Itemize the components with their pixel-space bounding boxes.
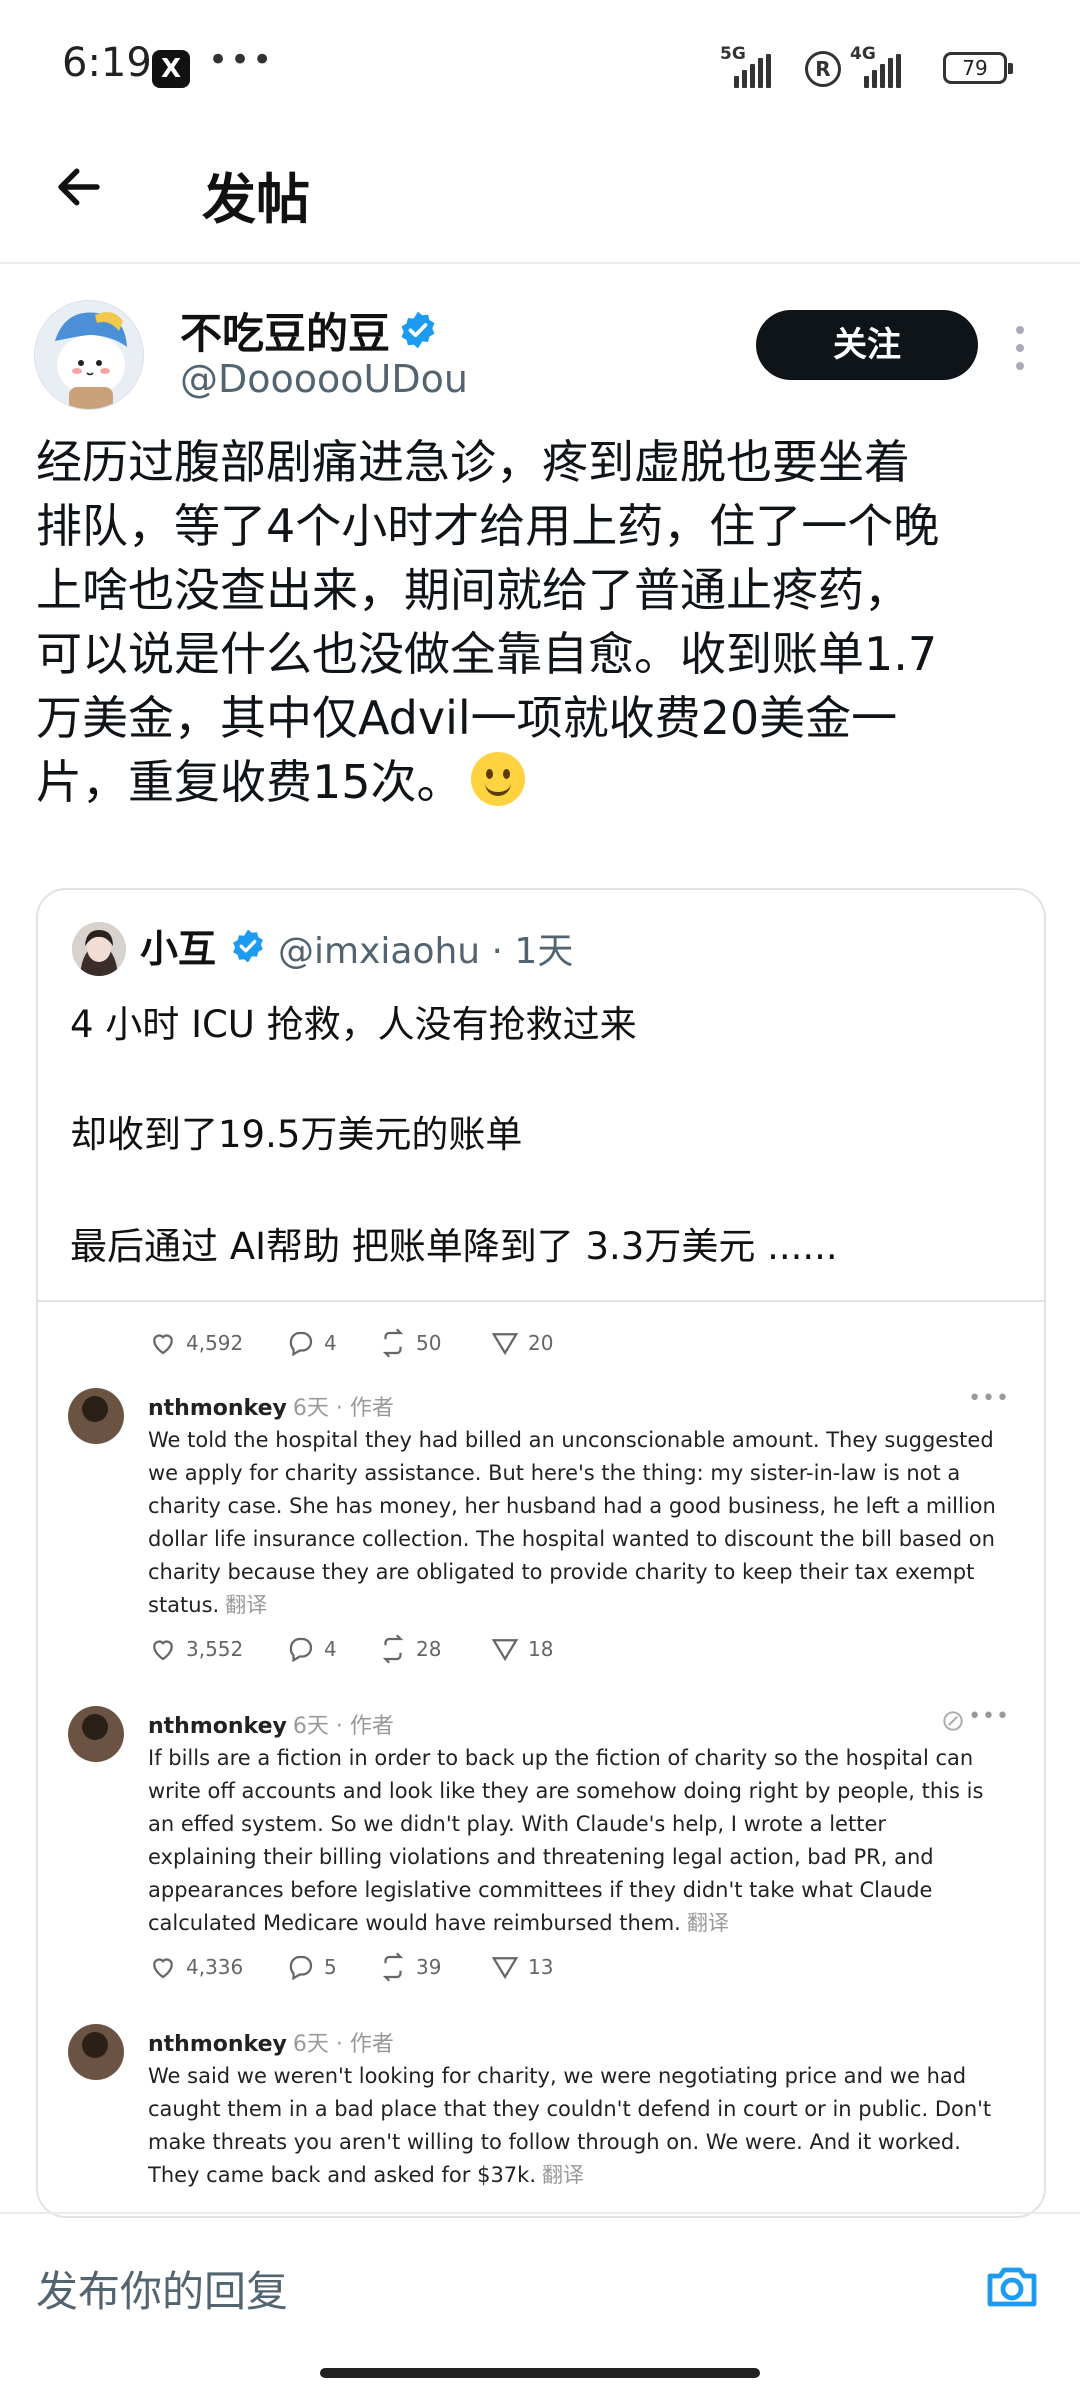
signal-5g-icon: 5G	[720, 44, 790, 88]
views-icon[interactable]	[490, 1328, 520, 1358]
quote-line-1: 4 小时 ICU 抢救，人没有抢救过来	[70, 1003, 637, 1046]
views-icon[interactable]	[490, 1634, 520, 1664]
author-handle[interactable]: @DoooooUDou	[180, 357, 468, 401]
reply-input[interactable]: 发布你的回复	[36, 2258, 288, 2319]
comment-avatar[interactable]	[68, 1388, 124, 1444]
comment-avatar[interactable]	[68, 2024, 124, 2080]
home-indicator[interactable]	[320, 2368, 760, 2378]
quote-author-name[interactable]: 小互	[140, 918, 216, 973]
quote-handle-time: @imxiaohu · 1天	[278, 931, 574, 972]
quote-verified-badge-icon	[233, 929, 263, 963]
comment-text: If bills are a fiction in order to back …	[148, 1746, 984, 1935]
status-time: 6:19	[62, 40, 152, 86]
comment-text: We told the hospital they had billed an …	[148, 1428, 996, 1617]
repost-icon[interactable]	[378, 1634, 408, 1664]
author-avatar[interactable]	[34, 300, 144, 410]
comment-more-icon[interactable]: •••	[968, 1704, 1010, 1729]
follow-button[interactable]: 关注	[756, 310, 978, 380]
views-count: 20	[528, 1331, 554, 1355]
like-icon[interactable]	[148, 1328, 178, 1358]
page-title: 发帖	[202, 168, 310, 231]
signal-4g-icon: 4G	[850, 44, 920, 88]
comment-more-icon[interactable]: •••	[968, 1386, 1010, 1411]
translate-link[interactable]: 翻译	[225, 1593, 267, 1617]
comment-user[interactable]: nthmonkey 6天 · 作者	[148, 1390, 394, 1422]
quote-author-avatar[interactable]	[72, 922, 126, 976]
action-row: 3,552 4 28 18	[148, 1634, 628, 1664]
views-icon[interactable]	[490, 1952, 520, 1982]
reply-icon[interactable]	[286, 1952, 316, 1982]
like-icon[interactable]	[148, 1952, 178, 1982]
quote-attached-image[interactable]: 4,592 4 50 20 nthmonkey 6天 · 作者 ••• We to…	[38, 1300, 1044, 2216]
reply-divider	[0, 2212, 1080, 2214]
quote-line-3: 最后通过 AI帮助 把账单降到了 3.3万美元 ......	[70, 1225, 838, 1268]
repost-icon[interactable]	[378, 1328, 408, 1358]
camera-icon[interactable]	[984, 2262, 1040, 2310]
battery-icon: 79	[943, 52, 1013, 84]
registered-icon: R	[805, 51, 841, 87]
quoted-post[interactable]: 小互 @imxiaohu · 1天 4 小时 ICU 抢救，人没有抢救过来 却收…	[36, 888, 1046, 2218]
back-arrow-icon[interactable]	[52, 160, 106, 214]
repost-icon[interactable]	[378, 1952, 408, 1982]
translate-link[interactable]: 翻译	[687, 1911, 729, 1935]
edit-icon[interactable]	[940, 1708, 966, 1734]
comment-user[interactable]: nthmonkey 6天 · 作者	[148, 1708, 394, 1740]
quote-line-2: 却收到了19.5万美元的账单	[70, 1113, 523, 1156]
post-body: 经历过腹部剧痛进急诊，疼到虚脱也要坐着 排队，等了4个小时才给用上药，住了一个晚…	[36, 430, 1056, 814]
reply-icon[interactable]	[286, 1634, 316, 1664]
comment-avatar[interactable]	[68, 1706, 124, 1762]
verified-badge-icon	[401, 311, 435, 349]
reply-count: 4	[324, 1331, 337, 1355]
repost-count: 50	[416, 1331, 442, 1355]
author-display-name[interactable]: 不吃豆的豆	[180, 300, 390, 361]
translate-link[interactable]: 翻译	[542, 2163, 584, 2187]
more-vertical-icon[interactable]	[1014, 326, 1026, 370]
comment-text: We said we weren't looking for charity, …	[148, 2064, 992, 2187]
reply-icon[interactable]	[286, 1328, 316, 1358]
header-divider	[0, 262, 1080, 264]
smile-emoji-icon	[470, 752, 525, 806]
action-row: 4,336 5 39 13	[148, 1952, 628, 1982]
x-app-icon: X	[152, 50, 190, 88]
like-count: 4,592	[186, 1331, 244, 1355]
action-row: 4,592 4 50 20	[148, 1328, 628, 1358]
notification-more-icon: •••	[208, 40, 275, 80]
like-icon[interactable]	[148, 1634, 178, 1664]
comment-user[interactable]: nthmonkey 6天 · 作者	[148, 2026, 394, 2058]
